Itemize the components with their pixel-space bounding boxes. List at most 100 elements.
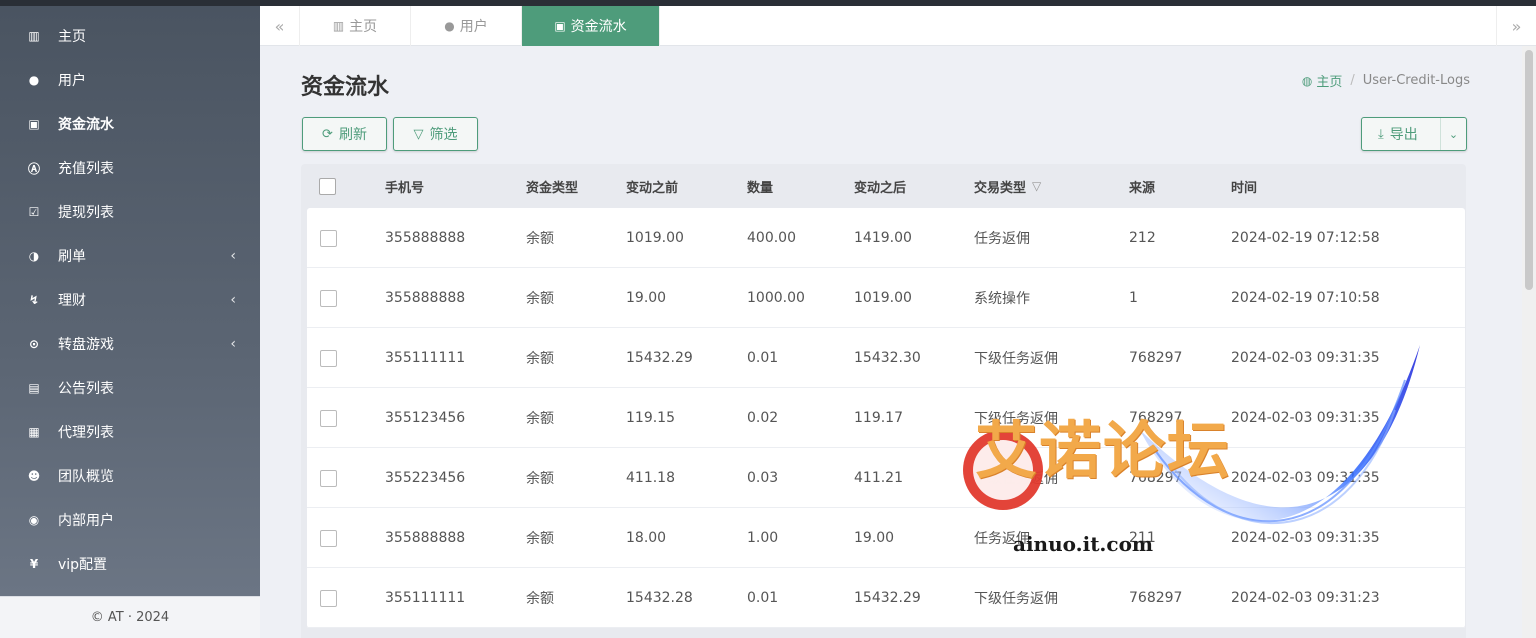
column-header-transaction-type[interactable]: 交易类型 ▽ — [974, 164, 1041, 208]
sidebar-item-home[interactable]: ▥ 主页 — [0, 14, 260, 58]
cell-before: 411.18 — [626, 470, 675, 486]
row-checkbox[interactable] — [320, 589, 337, 607]
table-header: 手机号 资金类型 变动之前 数量 变动之后 交易类型 ▽ 来源 时间 — [301, 164, 1466, 208]
row-checkbox-cell — [320, 208, 337, 268]
breadcrumb: ◍ 主页 / User-Credit-Logs — [1302, 71, 1470, 90]
column-header-fund-type[interactable]: 资金类型 — [526, 164, 578, 208]
table-row[interactable]: 355223456 余额 411.18 0.03 411.21 下级任务返佣 768297 2… — [307, 448, 1465, 508]
sidebar-item-label: 内部用户 — [58, 513, 114, 529]
adjust-icon: ◑ — [28, 249, 40, 263]
sidebar-item-notice-list[interactable]: ▤ 公告列表 — [0, 366, 260, 410]
sidebar-item-orders[interactable]: ◑ 刷单 ‹ — [0, 234, 260, 278]
chevron-left-icon: ‹ — [230, 336, 236, 352]
table-row[interactable]: 355888888 余额 18.00 1.00 19.00 任务返佣 211 2024-02-… — [307, 508, 1465, 568]
tab-scroll-left-button[interactable]: « — [260, 6, 300, 46]
sidebar-item-team-overview[interactable]: ☻ 团队概览 — [0, 454, 260, 498]
row-checkbox[interactable] — [320, 229, 337, 247]
column-header-before[interactable]: 变动之前 — [626, 164, 678, 208]
sidebar-item-label: 转盘游戏 — [58, 337, 114, 353]
column-filter-icon[interactable]: ▽ — [1032, 179, 1041, 193]
cell-phone: 355888888 — [385, 290, 466, 306]
row-checkbox[interactable] — [320, 469, 337, 487]
main-content: 资金流水 ◍ 主页 / User-Credit-Logs ⟳ 刷新 ▽ 筛选 ⤓… — [260, 47, 1522, 638]
cell-fund-type: 余额 — [526, 411, 554, 427]
user-icon: ● — [444, 19, 455, 33]
column-header-source[interactable]: 来源 — [1129, 164, 1155, 208]
tab-bar: « ▥ 主页 ● 用户 ▣ 资金流水 » — [260, 6, 1536, 46]
row-checkbox[interactable] — [320, 349, 337, 367]
cell-amount: 0.03 — [747, 470, 779, 486]
cell-time: 2024-02-03 09:31:35 — [1231, 350, 1380, 366]
filter-button[interactable]: ▽ 筛选 — [393, 117, 478, 151]
cell-before: 18.00 — [626, 530, 667, 546]
table-row[interactable]: 355888888 余额 19.00 1000.00 1019.00 系统操作 1 2024-… — [307, 268, 1465, 328]
document-icon: ▤ — [28, 381, 40, 395]
recharge-icon: Ⓐ — [27, 161, 40, 176]
cell-transaction-type: 任务返佣 — [974, 231, 1030, 247]
table-row[interactable]: 355111111 余额 15432.28 0.01 15432.29 下级任务返佣 768… — [307, 568, 1465, 628]
sidebar-item-wheel-game[interactable]: ⊙ 转盘游戏 ‹ — [0, 322, 260, 366]
export-button[interactable]: ⤓ 导出 ⌄ — [1361, 117, 1467, 151]
cell-amount: 400.00 — [747, 230, 796, 246]
users-icon: ☻ — [27, 469, 41, 483]
chevron-left-icon: ‹ — [230, 292, 236, 308]
cell-transaction-type: 下级任务返佣 — [974, 591, 1058, 607]
export-dropdown-toggle[interactable]: ⌄ — [1440, 118, 1466, 150]
sidebar-item-label: 资金流水 — [58, 117, 114, 133]
cell-fund-type: 余额 — [526, 591, 554, 607]
column-header-amount[interactable]: 数量 — [747, 164, 773, 208]
sidebar-item-internal-users[interactable]: ◉ 内部用户 — [0, 498, 260, 542]
cell-phone: 355888888 — [385, 230, 466, 246]
sidebar-item-recharge-list[interactable]: Ⓐ 充值列表 — [0, 146, 260, 190]
sidebar-item-label: 刷单 — [58, 249, 86, 265]
sidebar-item-vip-config[interactable]: ¥ vip配置 — [0, 542, 260, 586]
sidebar-item-withdraw-list[interactable]: ☑ 提现列表 — [0, 190, 260, 234]
column-header-after[interactable]: 变动之后 — [854, 164, 906, 208]
refresh-button[interactable]: ⟳ 刷新 — [302, 117, 387, 151]
tab-users[interactable]: ● 用户 — [411, 6, 522, 46]
user-circle-icon: ◉ — [28, 513, 40, 527]
sidebar-item-label: 用户 — [58, 73, 86, 89]
row-checkbox[interactable] — [320, 529, 337, 547]
sidebar-item-finance[interactable]: ↯ 理财 ‹ — [0, 278, 260, 322]
tab-credit-logs[interactable]: ▣ 资金流水 — [522, 6, 660, 46]
tab-scroll-right-button[interactable]: » — [1496, 6, 1536, 46]
sidebar-item-users[interactable]: ● 用户 — [0, 58, 260, 102]
bar-chart-icon: ▥ — [28, 29, 40, 43]
dashboard-icon: ◍ — [1301, 73, 1313, 88]
cell-time: 2024-02-03 09:31:23 — [1231, 590, 1380, 606]
cell-fund-type: 余额 — [526, 351, 554, 367]
page-scrollbar[interactable] — [1522, 46, 1536, 638]
cell-after: 119.17 — [854, 410, 903, 426]
sidebar-item-agent-list[interactable]: ▦ 代理列表 — [0, 410, 260, 454]
row-checkbox[interactable] — [320, 289, 337, 307]
tab-home[interactable]: ▥ 主页 — [300, 6, 411, 46]
select-all-checkbox[interactable] — [319, 177, 336, 195]
cell-before: 1019.00 — [626, 230, 684, 246]
sidebar-item-credit-logs[interactable]: ▣ 资金流水 — [0, 102, 260, 146]
cell-time: 2024-02-03 09:31:35 — [1231, 530, 1380, 546]
sidebar-item-label: 提现列表 — [58, 205, 114, 221]
scrollbar-thumb[interactable] — [1525, 50, 1533, 290]
cell-transaction-type: 下级任务返佣 — [974, 351, 1058, 367]
cell-source: 768297 — [1129, 590, 1183, 606]
export-label: 导出 — [1389, 127, 1418, 143]
cell-amount: 1000.00 — [747, 290, 805, 306]
column-header-label: 交易类型 — [974, 180, 1027, 196]
table-row[interactable]: 355111111 余额 15432.29 0.01 15432.30 下级任务返佣 768… — [307, 328, 1465, 388]
row-checkbox-cell — [320, 268, 337, 328]
table-row[interactable]: 355888888 余额 1019.00 400.00 1419.00 任务返佣 212 20… — [307, 208, 1465, 268]
column-header-phone[interactable]: 手机号 — [385, 164, 424, 208]
row-checkbox[interactable] — [320, 409, 337, 427]
cell-before: 19.00 — [626, 290, 667, 306]
row-checkbox-cell — [320, 448, 337, 508]
cell-fund-type: 余额 — [526, 291, 554, 307]
sidebar-item-label: 代理列表 — [58, 425, 114, 441]
breadcrumb-home-label: 主页 — [1316, 75, 1343, 90]
sidebar-item-label: 理财 — [58, 293, 86, 309]
cell-after: 15432.29 — [854, 590, 921, 606]
column-header-time[interactable]: 时间 — [1231, 164, 1257, 208]
breadcrumb-home-link[interactable]: ◍ 主页 — [1301, 71, 1343, 91]
finance-icon: ↯ — [28, 293, 40, 307]
table-row[interactable]: 355123456 余额 119.15 0.02 119.17 下级任务返佣 768297 2… — [307, 388, 1465, 448]
